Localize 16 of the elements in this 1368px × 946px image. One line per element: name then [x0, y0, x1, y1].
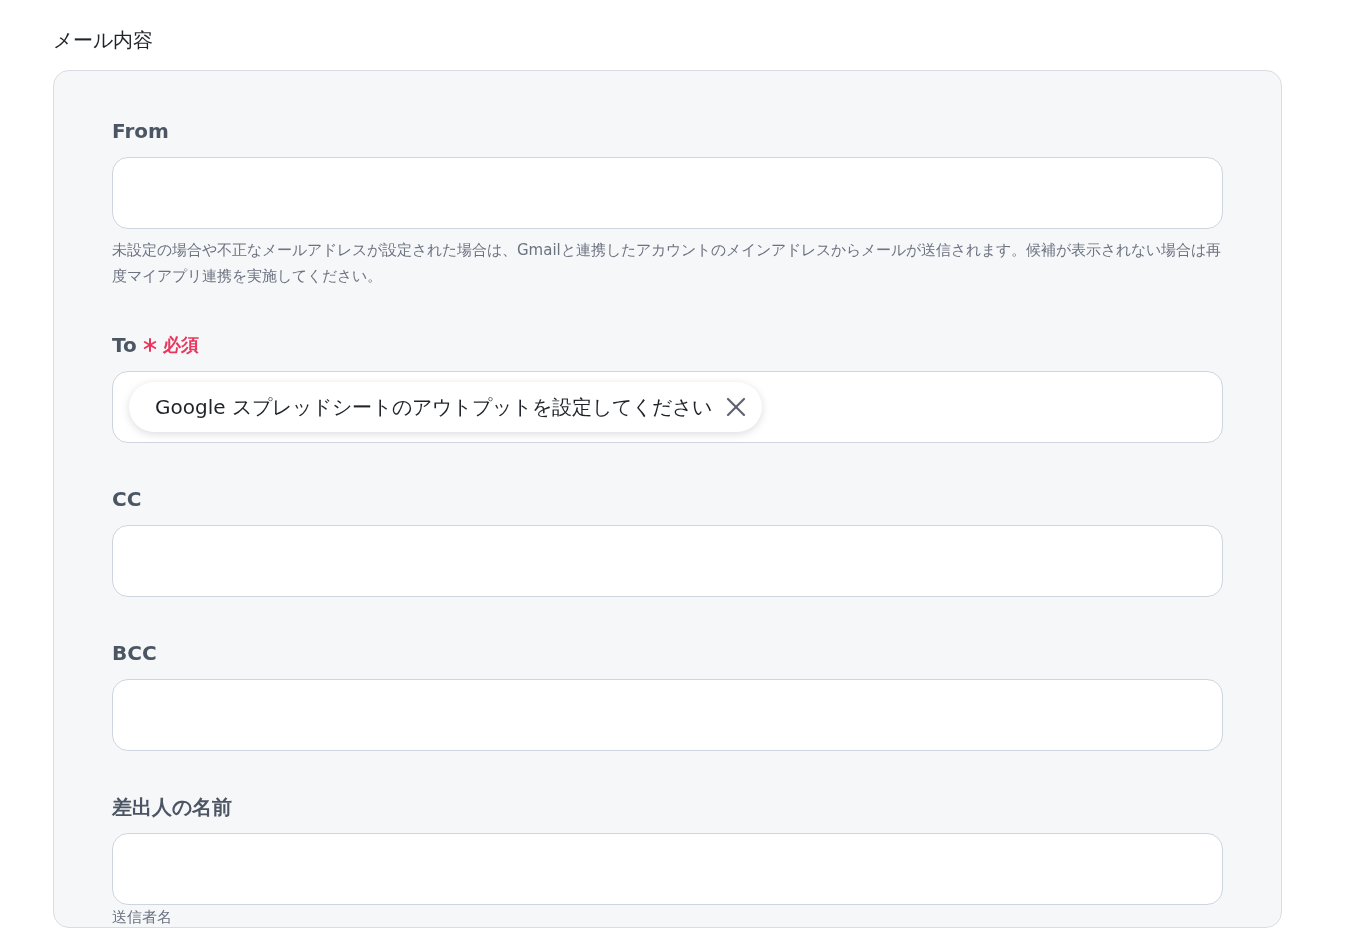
required-label: 必須 — [162, 333, 199, 357]
field-label: BCC — [112, 641, 157, 665]
field-label: 差出人の名前 — [112, 793, 232, 821]
input-field[interactable] — [112, 679, 1223, 751]
help-text: 送信者名 — [112, 907, 173, 927]
field-label: To — [112, 333, 137, 357]
token-chip[interactable]: Google スプレッドシートのアウトプットを設定してください — [129, 382, 762, 432]
field-label: CC — [112, 487, 142, 511]
section-title: メール内容 — [53, 27, 154, 54]
input-field[interactable] — [112, 833, 1223, 905]
input-field[interactable] — [112, 157, 1223, 229]
input-field[interactable] — [112, 525, 1223, 597]
field-label: From — [112, 119, 169, 143]
close-icon[interactable] — [725, 397, 746, 417]
input-field[interactable]: Google スプレッドシートのアウトプットを設定してください — [112, 371, 1223, 443]
help-text: 未設定の場合や不正なメールアドレスが設定された場合は、Gmailと連携したアカウントのメインアドレスからメールが送信されます。候補が表示されない場合は再度マイアプリ連携を実施してください。 — [112, 240, 1222, 287]
